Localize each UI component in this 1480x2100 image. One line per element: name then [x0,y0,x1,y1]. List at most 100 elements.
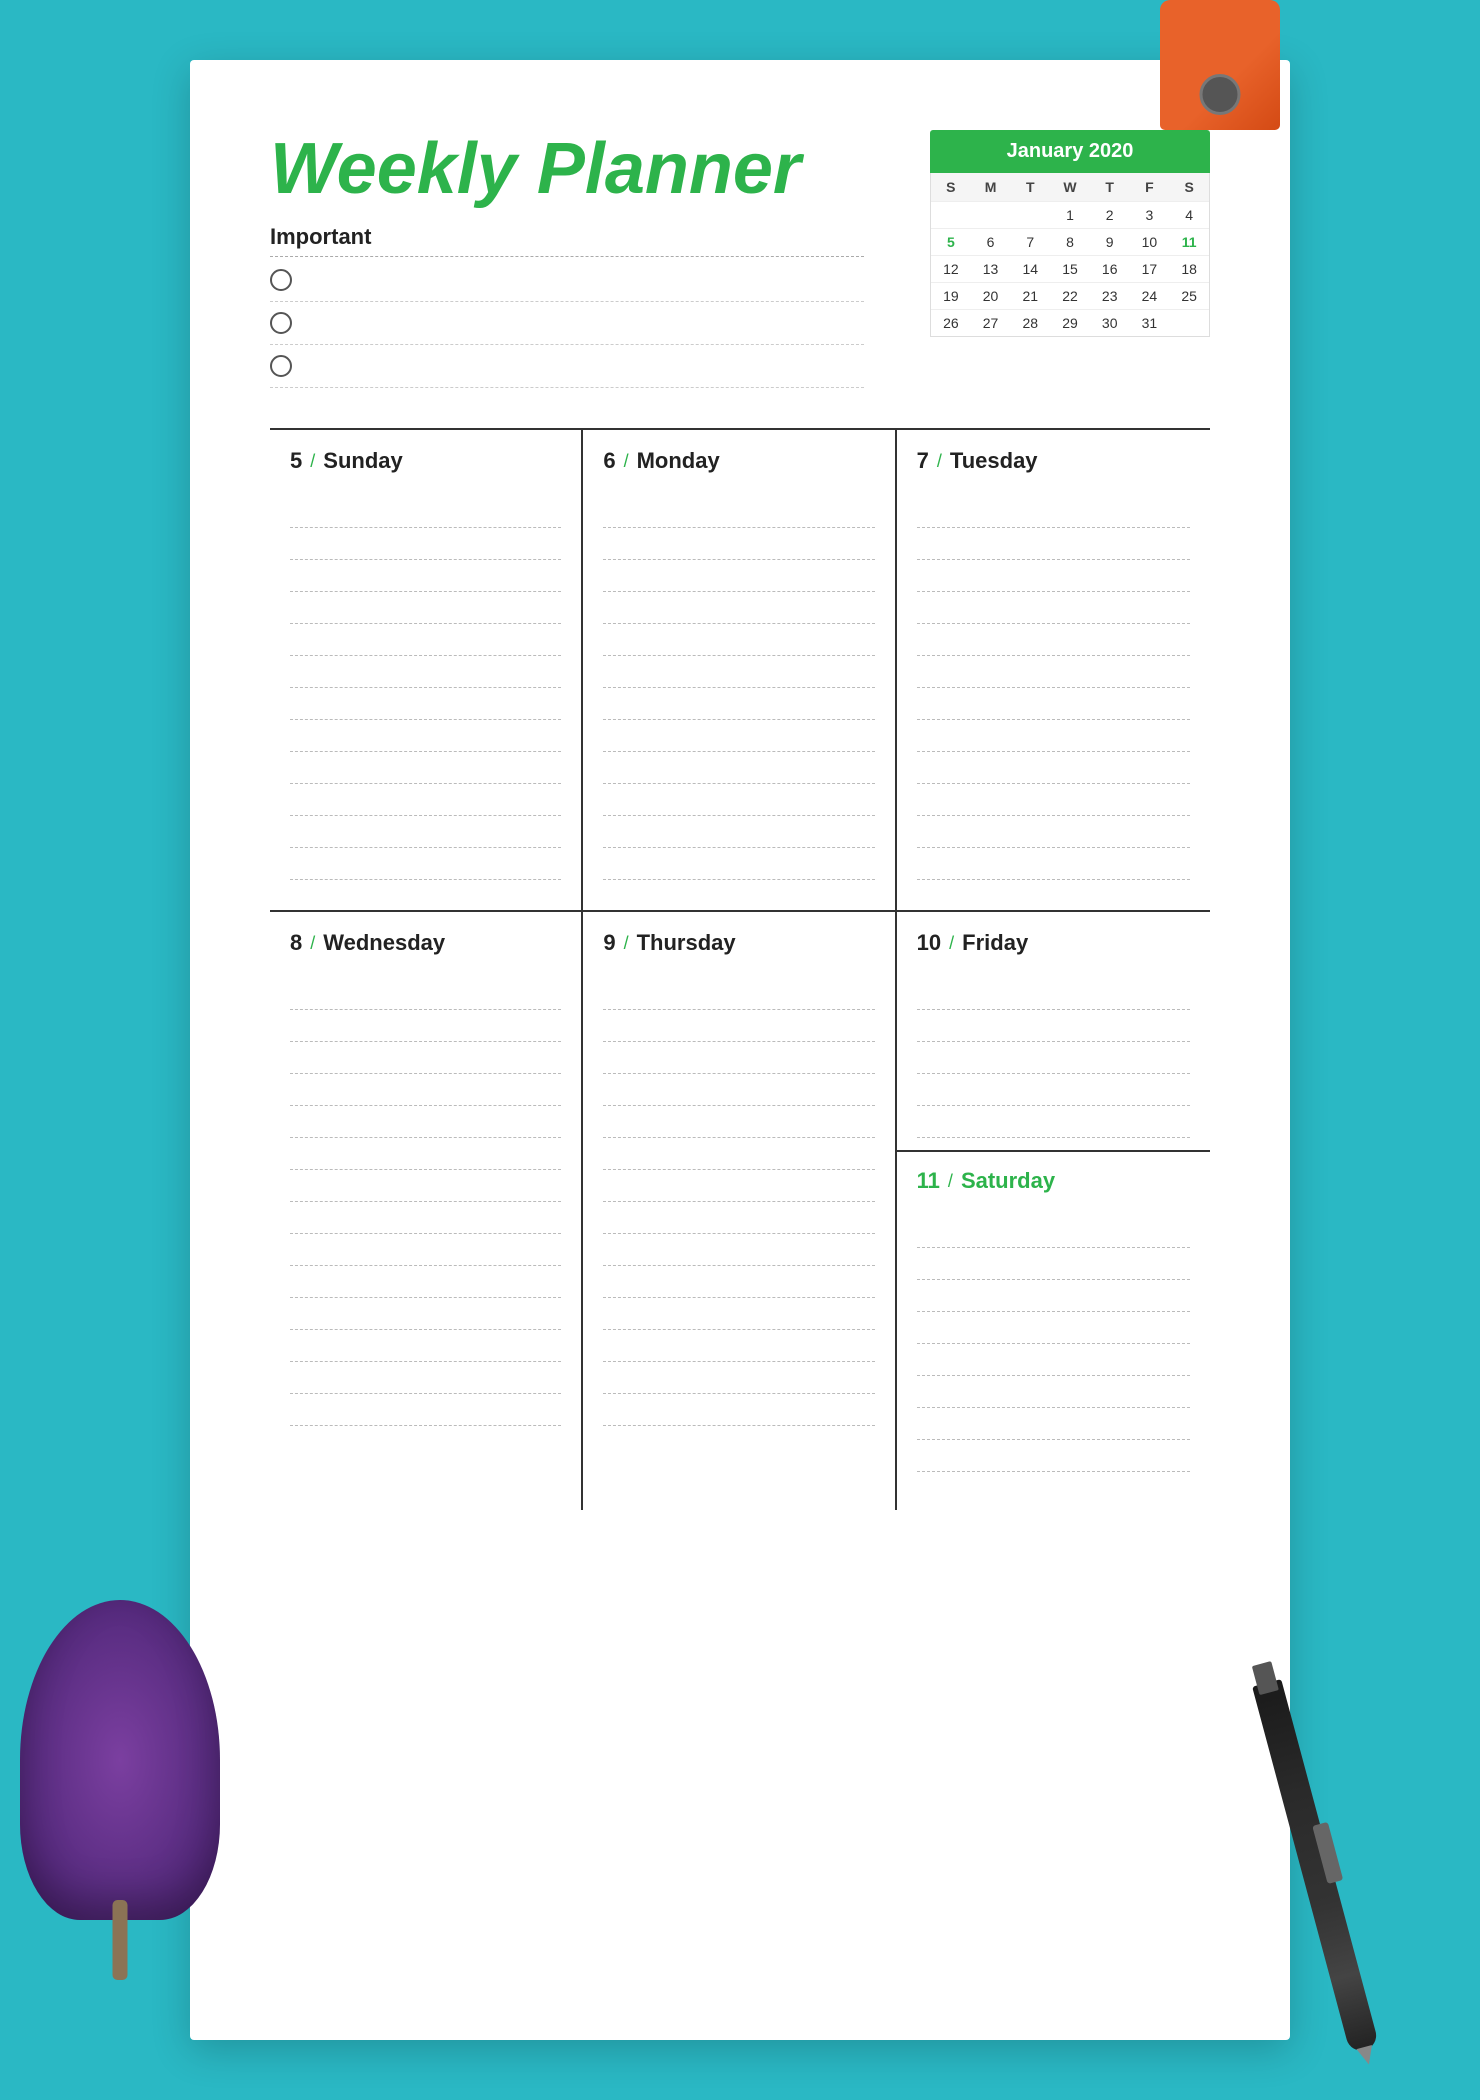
friday-line-5[interactable] [917,1106,1190,1138]
saturday-separator: / [948,1171,953,1192]
tuesday-line-4[interactable] [917,592,1190,624]
thursday-line-7[interactable] [603,1170,874,1202]
sunday-line-9[interactable] [290,752,561,784]
cal-label-t1: T [1010,173,1050,201]
thursday-line-4[interactable] [603,1074,874,1106]
calendar-week-1: 1 2 3 4 [931,201,1209,228]
checkbox-item-3[interactable] [270,355,864,388]
calendar-week-4: 19 20 21 22 23 24 25 [931,282,1209,309]
sunday-line-6[interactable] [290,656,561,688]
monday-line-1[interactable] [603,496,874,528]
wednesday-separator: / [310,933,315,954]
mini-calendar: January 2020 S M T W T F S 1 2 [930,130,1210,337]
cal-cell-14: 14 [1010,256,1050,282]
saturday-line-3[interactable] [917,1280,1190,1312]
sunday-line-11[interactable] [290,816,561,848]
tuesday-line-12[interactable] [917,848,1190,880]
thursday-line-10[interactable] [603,1266,874,1298]
wednesday-line-4[interactable] [290,1074,561,1106]
day-cell-tuesday: 7 / Tuesday [897,430,1210,910]
tuesday-line-3[interactable] [917,560,1190,592]
monday-line-12[interactable] [603,848,874,880]
monday-line-6[interactable] [603,656,874,688]
thursday-line-14[interactable] [603,1394,874,1426]
wednesday-line-11[interactable] [290,1298,561,1330]
thursday-line-6[interactable] [603,1138,874,1170]
checkbox-item-1[interactable] [270,269,864,302]
wednesday-line-3[interactable] [290,1042,561,1074]
wednesday-line-10[interactable] [290,1266,561,1298]
thursday-line-13[interactable] [603,1362,874,1394]
tuesday-line-8[interactable] [917,720,1190,752]
tuesday-line-7[interactable] [917,688,1190,720]
friday-line-4[interactable] [917,1074,1190,1106]
tuesday-separator: / [937,451,942,472]
thursday-line-9[interactable] [603,1234,874,1266]
sunday-line-8[interactable] [290,720,561,752]
thursday-line-1[interactable] [603,978,874,1010]
checkbox-2[interactable] [270,312,292,334]
tuesday-line-6[interactable] [917,656,1190,688]
wednesday-line-12[interactable] [290,1330,561,1362]
saturday-line-6[interactable] [917,1376,1190,1408]
cal-cell-30: 30 [1090,310,1130,336]
saturday-line-1[interactable] [917,1216,1190,1248]
tuesday-header: 7 / Tuesday [917,448,1190,478]
thursday-line-3[interactable] [603,1042,874,1074]
monday-line-10[interactable] [603,784,874,816]
monday-line-11[interactable] [603,816,874,848]
wednesday-line-6[interactable] [290,1138,561,1170]
thursday-line-11[interactable] [603,1298,874,1330]
sunday-line-4[interactable] [290,592,561,624]
checkbox-item-2[interactable] [270,312,864,345]
friday-line-2[interactable] [917,1010,1190,1042]
saturday-line-4[interactable] [917,1312,1190,1344]
sunday-line-2[interactable] [290,528,561,560]
sunday-line-5[interactable] [290,624,561,656]
saturday-line-2[interactable] [917,1248,1190,1280]
thursday-line-5[interactable] [603,1106,874,1138]
wednesday-line-1[interactable] [290,978,561,1010]
sunday-name: Sunday [323,448,402,474]
sunday-line-7[interactable] [290,688,561,720]
wednesday-line-14[interactable] [290,1394,561,1426]
wednesday-line-2[interactable] [290,1010,561,1042]
checkbox-1[interactable] [270,269,292,291]
monday-line-9[interactable] [603,752,874,784]
thursday-line-12[interactable] [603,1330,874,1362]
cal-cell-empty-1 [931,202,971,228]
checkbox-3[interactable] [270,355,292,377]
tuesday-line-11[interactable] [917,816,1190,848]
saturday-line-5[interactable] [917,1344,1190,1376]
calendar-days-header: S M T W T F S [931,173,1209,201]
friday-line-1[interactable] [917,978,1190,1010]
tuesday-line-10[interactable] [917,784,1190,816]
wednesday-line-13[interactable] [290,1362,561,1394]
cal-cell-17: 17 [1130,256,1170,282]
monday-line-2[interactable] [603,528,874,560]
tuesday-line-5[interactable] [917,624,1190,656]
wednesday-line-8[interactable] [290,1202,561,1234]
wednesday-line-5[interactable] [290,1106,561,1138]
tuesday-line-9[interactable] [917,752,1190,784]
tuesday-line-1[interactable] [917,496,1190,528]
sunday-line-10[interactable] [290,784,561,816]
saturday-line-8[interactable] [917,1440,1190,1472]
monday-line-7[interactable] [603,688,874,720]
friday-line-3[interactable] [917,1042,1190,1074]
monday-line-8[interactable] [603,720,874,752]
cal-cell-12: 12 [931,256,971,282]
saturday-line-7[interactable] [917,1408,1190,1440]
wednesday-line-7[interactable] [290,1170,561,1202]
thursday-line-2[interactable] [603,1010,874,1042]
sunday-line-1[interactable] [290,496,561,528]
monday-line-5[interactable] [603,624,874,656]
thursday-line-8[interactable] [603,1202,874,1234]
wednesday-line-9[interactable] [290,1234,561,1266]
sunday-header: 5 / Sunday [290,448,561,478]
monday-line-3[interactable] [603,560,874,592]
monday-line-4[interactable] [603,592,874,624]
sunday-line-3[interactable] [290,560,561,592]
sunday-line-12[interactable] [290,848,561,880]
tuesday-line-2[interactable] [917,528,1190,560]
